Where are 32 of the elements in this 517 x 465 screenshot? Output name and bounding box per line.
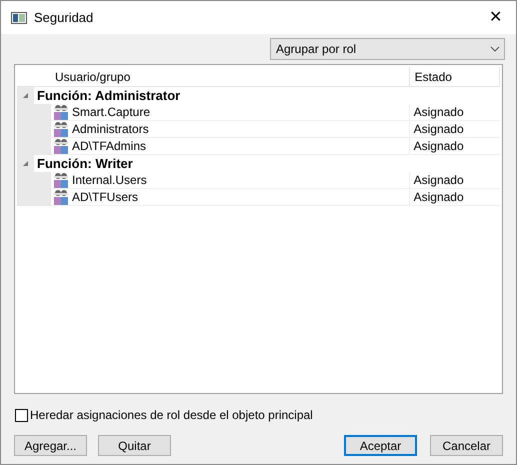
user-cell[interactable]: Administrators <box>51 121 409 138</box>
window-icon <box>11 12 27 24</box>
status-cell: Asignado <box>408 104 500 121</box>
user-cell[interactable]: Internal.Users <box>51 172 409 189</box>
user-group-icon <box>53 121 69 137</box>
column-header[interactable]: Estado <box>408 67 500 86</box>
user-group-icon <box>53 104 69 120</box>
user-group-icon <box>53 172 69 188</box>
user-cell[interactable]: AD\TFAdmins <box>51 138 409 155</box>
expanded-arrow-icon[interactable] <box>22 92 29 99</box>
group-by-dropdown[interactable]: Agrupar por rol <box>270 38 505 60</box>
window-title: Seguridad <box>34 8 94 27</box>
dialog-button[interactable]: Cancelar <box>430 435 503 456</box>
status-cell: Asignado <box>408 138 500 155</box>
checkbox-label: Heredar asignaciones de rol desde el objeto principal <box>30 407 313 424</box>
user-cell[interactable]: AD\TFUsers <box>51 189 409 206</box>
user-cell[interactable]: Smart.Capture <box>51 104 409 121</box>
user-group-icon <box>53 189 69 205</box>
user-group-icon <box>53 138 69 154</box>
group-header: Función: Writer <box>36 154 133 173</box>
dialog-button[interactable]: Aceptar <box>344 435 417 456</box>
dialog-button[interactable]: Agregar... <box>14 435 87 456</box>
expanded-arrow-icon[interactable] <box>22 160 29 167</box>
chevron-down-icon <box>490 46 500 52</box>
group-header: Función: Administrator <box>36 86 180 105</box>
status-cell: Asignado <box>408 189 500 206</box>
close-button[interactable]: ✕ <box>485 10 506 26</box>
column-header[interactable]: Usuario/grupo <box>17 67 409 86</box>
checkbox[interactable] <box>15 408 28 422</box>
status-cell: Asignado <box>408 172 500 189</box>
status-cell: Asignado <box>408 121 500 138</box>
dialog-button[interactable]: Quitar <box>98 435 171 456</box>
